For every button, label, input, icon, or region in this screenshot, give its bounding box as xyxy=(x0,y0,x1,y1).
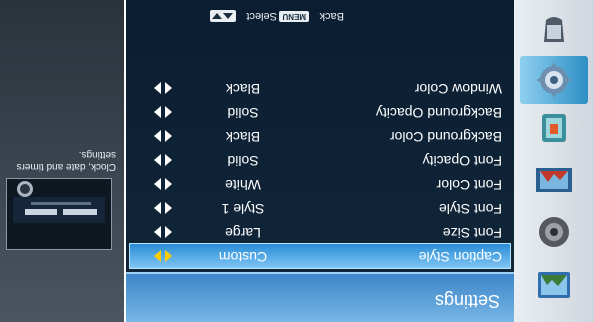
left-right-arrows-icon[interactable] xyxy=(154,178,172,190)
panel-title-bar: Settings xyxy=(126,272,514,322)
menu-row-window-color[interactable]: Window Color Black xyxy=(130,76,510,100)
parental-control-icon[interactable] xyxy=(528,108,580,148)
category-sidebar xyxy=(512,0,594,322)
row-value: Large xyxy=(225,225,261,241)
audio-icon[interactable] xyxy=(528,212,580,252)
row-label: Font Style xyxy=(438,201,502,217)
menu-row-font-style[interactable]: Font Style Style 1 xyxy=(130,196,510,220)
page-title: Settings xyxy=(434,291,500,311)
left-right-arrows-icon[interactable] xyxy=(154,106,172,118)
row-label: Font Color xyxy=(436,177,502,193)
select-hint-label: Select xyxy=(246,10,277,22)
row-label: Caption Style xyxy=(418,249,502,265)
left-right-arrows-icon[interactable] xyxy=(154,250,172,262)
remote-key-hint-bar: Back MENU Select xyxy=(126,4,514,26)
up-down-arrows-icon xyxy=(210,10,236,22)
left-right-arrows-icon[interactable] xyxy=(154,202,172,214)
row-value: Black xyxy=(225,129,261,145)
left-right-arrows-icon[interactable] xyxy=(154,82,172,94)
channel-icon[interactable] xyxy=(528,160,580,200)
support-icon[interactable] xyxy=(528,10,580,50)
left-right-arrows-icon[interactable] xyxy=(154,130,172,142)
info-pane: Clock, date and timers settings. xyxy=(0,0,126,322)
settings-panel: Settings Caption Style Custom Font Size … xyxy=(126,0,514,322)
row-label: Background Color xyxy=(389,129,502,145)
row-value: Solid xyxy=(227,105,259,121)
menu-row-background-color[interactable]: Background Color Black xyxy=(130,124,510,148)
info-description: Clock, date and timers settings. xyxy=(16,149,117,172)
settings-gear-icon[interactable] xyxy=(520,56,588,104)
left-right-arrows-icon[interactable] xyxy=(154,154,172,166)
row-value: Style 1 xyxy=(221,201,265,217)
menu-row-font-opacity[interactable]: Font Opacity Solid xyxy=(130,148,510,172)
row-value: Solid xyxy=(227,153,259,169)
picture-icon[interactable] xyxy=(528,264,580,304)
left-right-arrows-icon[interactable] xyxy=(154,226,172,238)
menu-row-caption-style[interactable]: Caption Style Custom xyxy=(129,243,511,269)
row-label: Font Opacity xyxy=(422,153,502,169)
row-value: Custom xyxy=(218,249,268,265)
row-label: Font Size xyxy=(442,225,502,241)
row-value: Black xyxy=(225,81,261,97)
menu-key-badge: MENU xyxy=(279,11,309,22)
menu-row-font-size[interactable]: Font Size Large xyxy=(130,220,510,244)
row-label: Window Color xyxy=(414,81,502,97)
row-label: Background Opacity xyxy=(375,105,502,121)
menu-row-background-opacity[interactable]: Background Opacity Solid xyxy=(130,100,510,124)
row-value: White xyxy=(225,177,261,193)
menu-row-font-color[interactable]: Font Color White xyxy=(130,172,510,196)
tv-settings-screen: Settings Caption Style Custom Font Size … xyxy=(0,0,594,322)
back-hint-label: Back xyxy=(319,10,344,22)
clock-preview-thumbnail xyxy=(6,178,112,250)
